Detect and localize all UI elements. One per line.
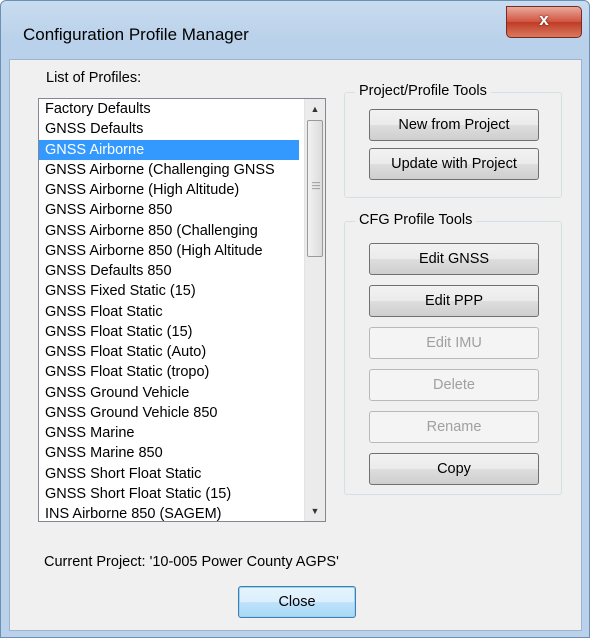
list-item[interactable]: GNSS Airborne (High Altitude) [39, 180, 299, 200]
list-item[interactable]: GNSS Fixed Static (15) [39, 281, 299, 301]
scroll-up-icon[interactable]: ▲ [305, 99, 325, 119]
list-item[interactable]: GNSS Short Float Static [39, 464, 299, 484]
list-item[interactable]: GNSS Float Static (tropo) [39, 362, 299, 382]
list-item[interactable]: GNSS Airborne [39, 139, 299, 160]
grip-icon: — — — [312, 178, 320, 193]
list-item[interactable]: GNSS Marine 850 [39, 443, 299, 463]
profiles-listbox[interactable]: Factory Defaults GNSS Defaults GNSS Airbor… [38, 98, 326, 522]
project-tools-title: Project/Profile Tools [355, 83, 491, 99]
current-project-label: Current Project: '10-005 Power County AG… [44, 554, 339, 570]
list-item[interactable]: GNSS Short Float Static (15) [39, 484, 299, 504]
list-item[interactable]: GNSS Ground Vehicle [39, 383, 299, 403]
edit-gnss-button[interactable]: Edit GNSS [369, 243, 539, 275]
scroll-thumb[interactable]: — — — [307, 120, 323, 257]
profiles-label: List of Profiles: [46, 70, 142, 86]
list-item[interactable]: GNSS Airborne 850 (Challenging [39, 221, 299, 241]
profile-list: Factory Defaults GNSS Defaults GNSS Airbor… [39, 99, 299, 521]
window-close-button[interactable]: x [506, 6, 582, 38]
list-item[interactable]: GNSS Airborne 850 (High Altitude [39, 241, 299, 261]
delete-button[interactable]: Delete [369, 369, 539, 401]
edit-ppp-button[interactable]: Edit PPP [369, 285, 539, 317]
copy-button[interactable]: Copy [369, 453, 539, 485]
update-with-project-button[interactable]: Update with Project [369, 148, 539, 180]
new-from-project-button[interactable]: New from Project [369, 109, 539, 141]
list-item[interactable]: GNSS Float Static (Auto) [39, 342, 299, 362]
list-item[interactable]: GNSS Ground Vehicle 850 [39, 403, 299, 423]
list-item[interactable]: GNSS Airborne 850 [39, 200, 299, 220]
edit-imu-button[interactable]: Edit IMU [369, 327, 539, 359]
title-bar[interactable]: Configuration Profile Manager x [1, 1, 589, 59]
cfg-tools-title: CFG Profile Tools [355, 212, 477, 228]
list-scrollbar[interactable]: ▲ — — — ▼ [304, 99, 325, 521]
rename-button[interactable]: Rename [369, 411, 539, 443]
list-item[interactable]: GNSS Airborne (Challenging GNSS [39, 160, 299, 180]
list-item[interactable]: GNSS Defaults [39, 119, 299, 139]
list-item[interactable]: Factory Defaults [39, 99, 299, 119]
list-item[interactable]: GNSS Float Static [39, 302, 299, 322]
list-item[interactable]: GNSS Defaults 850 [39, 261, 299, 281]
close-button[interactable]: Close [238, 586, 356, 618]
list-item[interactable]: GNSS Marine [39, 423, 299, 443]
scroll-down-icon[interactable]: ▼ [305, 501, 325, 521]
close-icon: x [539, 10, 549, 29]
list-item[interactable]: INS Airborne 850 (SAGEM) [39, 504, 299, 521]
project-tools-group: Project/Profile Tools [344, 83, 562, 198]
window-title: Configuration Profile Manager [23, 25, 249, 44]
list-item[interactable]: GNSS Float Static (15) [39, 322, 299, 342]
